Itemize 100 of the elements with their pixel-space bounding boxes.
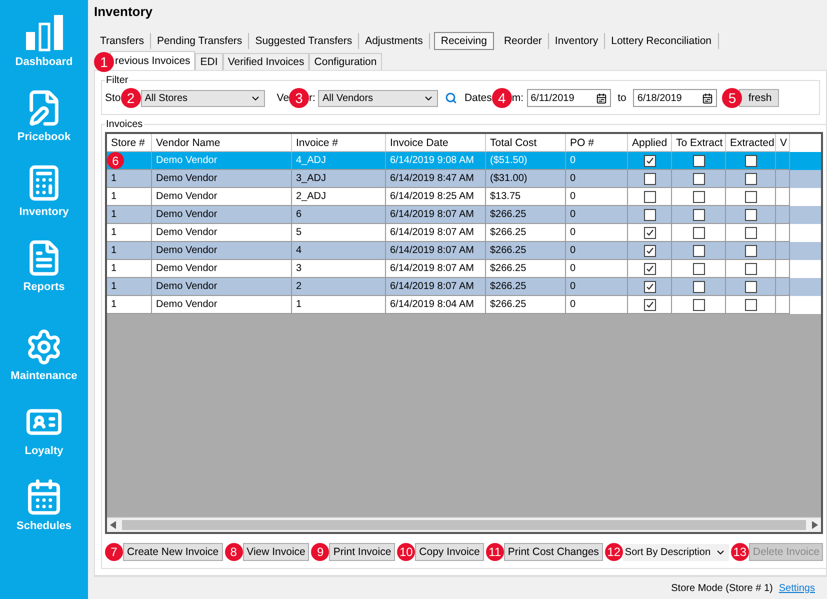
tab[interactable]: Inventory [548, 33, 606, 49]
table-cell: ($31.00) [490, 173, 528, 184]
tab[interactable]: Verified Invoices [222, 53, 310, 70]
checkbox[interactable] [692, 172, 704, 184]
column-header[interactable]: To Extract [672, 134, 726, 152]
table-cell: 1 [111, 299, 117, 310]
table-row[interactable]: 1 Demo Vendor 2 6/14/2019 8:07 AM $266.25 0 [107, 278, 822, 296]
scroll-left-icon[interactable] [110, 521, 116, 529]
search-icon[interactable] [445, 92, 458, 104]
checkbox[interactable] [644, 262, 656, 274]
column-header[interactable]: Invoice # [292, 134, 386, 152]
checkbox[interactable] [644, 208, 656, 220]
field-label: Dates [464, 92, 492, 104]
column-header[interactable]: Applied [628, 134, 672, 152]
checkbox[interactable] [744, 280, 756, 292]
tab[interactable]: Lottery Reconciliation [605, 33, 718, 49]
action-button[interactable]: Print Invoice [329, 543, 396, 561]
scroll-right-icon[interactable] [812, 521, 818, 529]
checkbox[interactable] [644, 172, 656, 184]
checkbox[interactable] [744, 298, 756, 310]
checkbox[interactable] [692, 262, 704, 274]
date-field[interactable]: 6/18/2019 [633, 89, 718, 107]
checkbox[interactable] [692, 298, 704, 310]
refresh-button[interactable]: fresh [739, 89, 780, 107]
checkbox[interactable] [692, 190, 704, 202]
checkbox[interactable] [692, 244, 704, 256]
table-row[interactable]: 1 Demo Vendor 3_ADJ 6/14/2019 8:47 AM ($31.00) 0 [107, 170, 822, 188]
tab[interactable]: Transfers [94, 33, 151, 49]
column-header[interactable]: PO # [566, 134, 628, 152]
action-button[interactable]: View Invoice [242, 543, 310, 561]
table-row[interactable]: 1 Demo Vendor 3 6/14/2019 8:07 AM $266.25 0 [107, 260, 822, 278]
table-cell: 6/14/2019 8:07 AM [390, 263, 474, 274]
table-cell: Demo Vendor [156, 227, 218, 238]
group-title: Filter [105, 75, 130, 86]
table-row[interactable]: 6 Demo Vendor 4_ADJ 6/14/2019 9:08 AM ($51.50) 0 [107, 152, 822, 170]
tab[interactable]: EDI [195, 53, 223, 70]
table-cell: Demo Vendor [156, 263, 218, 274]
checkbox[interactable] [744, 244, 756, 256]
checkbox[interactable] [744, 154, 756, 166]
action-button[interactable]: Copy Invoice [415, 543, 484, 561]
field-label: Ve [276, 92, 290, 104]
tab[interactable]: Configuration [309, 53, 382, 70]
table-row[interactable]: 1 Demo Vendor 5 6/14/2019 8:07 AM $266.25 0 [107, 224, 822, 242]
checkbox[interactable] [744, 262, 756, 274]
checkbox[interactable] [744, 208, 756, 220]
field-label: r: [309, 92, 316, 104]
field-label: to [618, 92, 626, 104]
table-cell: 0 [570, 299, 576, 310]
table-cell: 5 [296, 227, 302, 238]
number-badge: 10 [397, 543, 416, 561]
table-cell: $266.25 [490, 299, 526, 310]
checkbox[interactable] [644, 226, 656, 238]
table-row[interactable]: 1 Demo Vendor 4 6/14/2019 8:07 AM $266.25 0 [107, 242, 822, 260]
table-cell: 6/14/2019 8:47 AM [390, 173, 474, 184]
store-dropdown[interactable]: All Stores [140, 90, 265, 106]
checkbox[interactable] [644, 298, 656, 310]
tab[interactable]: revious Invoices [110, 51, 196, 70]
checkbox[interactable] [644, 190, 656, 202]
horizontal-scrollbar[interactable] [107, 517, 822, 532]
table-cell: 0 [570, 263, 576, 274]
checkbox[interactable] [692, 208, 704, 220]
column-header[interactable]: Invoice Date [386, 134, 486, 152]
action-button[interactable]: Print Cost Changes [504, 543, 603, 561]
sort-dropdown[interactable]: Sort By Description [622, 544, 729, 560]
tab[interactable]: Adjustments [359, 33, 430, 49]
checkbox[interactable] [644, 280, 656, 292]
settings-link[interactable]: Settings [778, 582, 815, 594]
tab[interactable]: Pending Transfers [150, 33, 250, 49]
tab[interactable]: Reorder [498, 33, 549, 49]
table-row[interactable]: 1 Demo Vendor 1 6/14/2019 8:04 AM $266.25 0 [107, 296, 822, 314]
tab[interactable]: Suggested Transfers [249, 33, 360, 49]
checkbox[interactable] [692, 226, 704, 238]
status-text: Store Mode (Store # 1) [671, 582, 773, 594]
table-cell: 1 [111, 263, 117, 274]
table-cell: ($51.50) [490, 155, 528, 166]
vendor-dropdown[interactable]: All Vendors [318, 90, 438, 106]
tab[interactable]: Receiving [434, 32, 494, 50]
calendar-icon [25, 478, 63, 516]
table-cell: 1 [111, 281, 117, 292]
column-header[interactable]: Store # [107, 134, 152, 152]
checkbox[interactable] [744, 172, 756, 184]
checkbox[interactable] [744, 190, 756, 202]
table-row[interactable]: 1 Demo Vendor 6 6/14/2019 8:07 AM $266.25 0 [107, 206, 822, 224]
table-cell: 0 [570, 173, 576, 184]
column-header[interactable]: Total Cost [486, 134, 566, 152]
checkbox[interactable] [644, 154, 656, 166]
column-header[interactable]: Extracted [726, 134, 776, 152]
checkbox[interactable] [692, 280, 704, 292]
checkbox[interactable] [744, 226, 756, 238]
action-button[interactable]: Create New Invoice [123, 543, 223, 561]
table-cell: 6 [296, 209, 302, 220]
checkbox[interactable] [644, 244, 656, 256]
date-field[interactable]: 6/11/2019 [526, 89, 611, 107]
column-header[interactable]: V [776, 134, 790, 152]
column-header[interactable]: Vendor Name [152, 134, 292, 152]
table-row[interactable]: 1 Demo Vendor 2_ADJ 6/14/2019 8:25 AM $13.75 0 [107, 188, 822, 206]
calendar-icon [702, 92, 714, 104]
table-cell: 1 [296, 299, 302, 310]
table-cell: $266.25 [490, 209, 526, 220]
checkbox[interactable] [692, 154, 704, 166]
